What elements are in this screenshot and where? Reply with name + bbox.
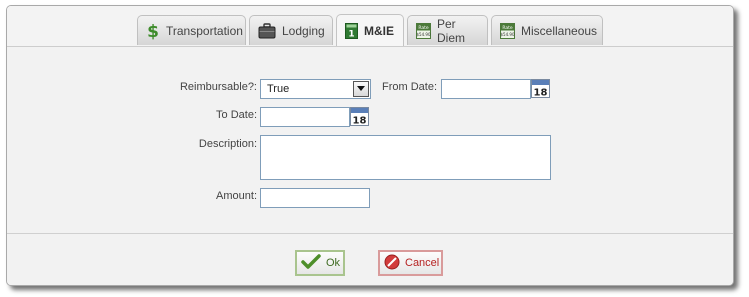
reimbursable-select[interactable]: True xyxy=(260,79,371,99)
mie-icon-day: 1 xyxy=(348,29,354,39)
cancel-button[interactable]: Cancel xyxy=(378,250,443,276)
description-field[interactable] xyxy=(260,135,551,180)
calendar-day-icon: 1 xyxy=(345,22,358,39)
calendar-icon[interactable]: 18 xyxy=(350,107,369,127)
from-date-label: From Date: xyxy=(381,81,437,93)
tab-per-diem-label: Per Diem xyxy=(437,16,466,45)
tab-mie-label: M&IE xyxy=(364,23,394,38)
dialog-footer: Ok Cancel xyxy=(7,233,733,285)
tab-mie[interactable]: 1 M&IE xyxy=(336,14,404,46)
ok-label: Ok xyxy=(326,257,341,269)
tab-per-diem[interactable]: Rate $54.90 Per Diem xyxy=(407,15,488,45)
from-date-input[interactable] xyxy=(441,79,531,99)
rate-icon: Rate $54.90 xyxy=(500,22,515,39)
briefcase-icon xyxy=(258,22,276,39)
calendar-icon[interactable]: 18 xyxy=(531,79,550,99)
checkmark-icon xyxy=(301,253,321,273)
ok-button[interactable]: Ok xyxy=(295,250,345,276)
tab-transportation-label: Transportation xyxy=(166,23,243,38)
rate-icon: Rate $54.90 xyxy=(416,22,431,39)
calendar-icon-day: 18 xyxy=(353,116,367,127)
tab-transportation[interactable]: $ Transportation xyxy=(137,15,246,45)
tab-miscellaneous[interactable]: Rate $54.90 Miscellaneous xyxy=(491,15,603,45)
cancel-label: Cancel xyxy=(405,257,440,269)
cancel-icon xyxy=(384,254,400,273)
to-date-label: To Date: xyxy=(216,109,257,121)
tab-lodging[interactable]: Lodging xyxy=(249,15,333,45)
rate-icon-label: Rate xyxy=(502,25,513,31)
dollar-icon: $ xyxy=(146,22,160,40)
tab-lodging-label: Lodging xyxy=(282,23,325,38)
mie-dialog: $ Transportation Lodging 1 M&IE Rate $54… xyxy=(6,5,734,286)
amount-input[interactable] xyxy=(260,188,370,208)
calendar-icon-day: 18 xyxy=(534,88,548,99)
tab-strip: $ Transportation Lodging 1 M&IE Rate $54… xyxy=(7,6,733,47)
to-date-input[interactable] xyxy=(260,107,350,127)
reimbursable-label: Reimbursable?: xyxy=(179,81,257,93)
rate-icon-amount: $54.90 xyxy=(417,32,431,37)
svg-text:$: $ xyxy=(147,22,159,40)
tab-miscellaneous-label: Miscellaneous xyxy=(521,23,598,38)
rate-icon-label: Rate xyxy=(418,25,429,31)
rate-icon-amount: $54.90 xyxy=(501,32,515,37)
description-label: Description: xyxy=(198,138,257,150)
reimbursable-value: True xyxy=(267,83,290,95)
mie-form: Reimbursable?: True From Date: 18 To Dat… xyxy=(7,47,733,232)
amount-label: Amount: xyxy=(216,190,257,202)
